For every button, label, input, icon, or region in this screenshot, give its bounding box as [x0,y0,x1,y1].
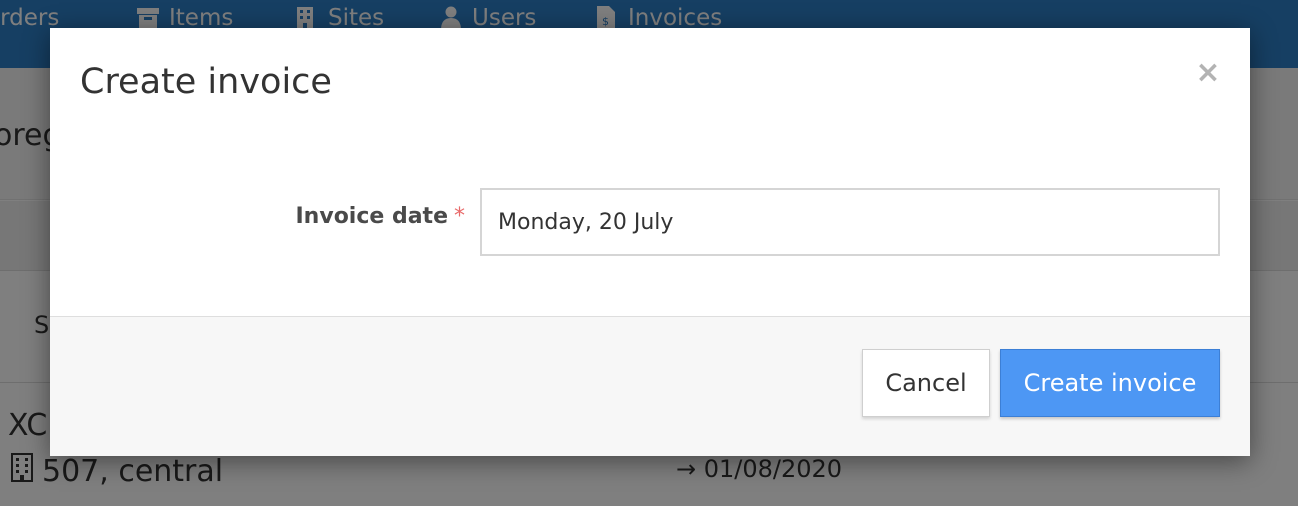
dialog-footer: Cancel Create invoice [50,316,1250,456]
invoice-date-label-text: Invoice date [295,204,449,229]
cancel-button[interactable]: Cancel [862,349,990,417]
required-indicator: * [454,204,465,229]
create-invoice-dialog: Create invoice × Invoice date* Cancel Cr… [50,28,1250,456]
dialog-title: Create invoice [80,62,332,102]
create-invoice-button[interactable]: Create invoice [1000,349,1220,417]
invoice-date-input[interactable] [480,188,1220,256]
close-icon[interactable]: × [1193,58,1223,88]
invoice-date-label: Invoice date * [296,204,466,229]
